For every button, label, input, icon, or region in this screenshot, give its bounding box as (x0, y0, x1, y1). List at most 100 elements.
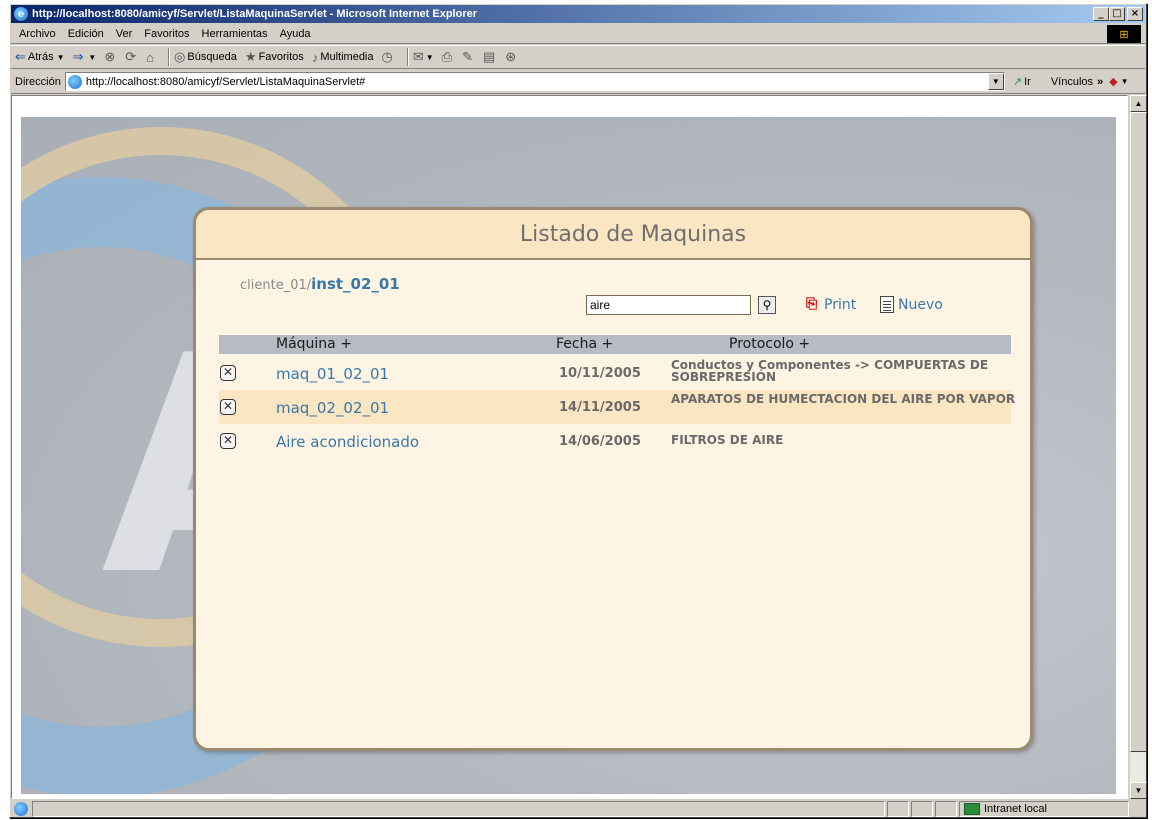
menu-archivo[interactable]: Archivo (19, 28, 56, 40)
new-label: Nuevo (898, 296, 943, 313)
menu-herramientas[interactable]: Herramientas (202, 28, 268, 40)
breadcrumb-installation[interactable]: inst_02_01 (311, 275, 400, 293)
mail-icon: ✉ (412, 49, 424, 64)
toolbar-separator (168, 48, 171, 66)
menu-ver[interactable]: Ver (116, 28, 133, 40)
go-button[interactable]: ↗ Ir (1012, 75, 1031, 89)
history-icon: ◷ (381, 49, 393, 64)
machine-protocol: Conductos y Componentes -> COMPUERTAS DE… (671, 358, 989, 384)
search-button[interactable]: ◎ Búsqueda (174, 49, 237, 65)
address-input[interactable]: http://localhost:8080/amicyf/Servlet/Lis… (64, 72, 1005, 91)
intranet-icon (964, 803, 980, 815)
forward-button[interactable]: ⇒ ▼ (73, 49, 97, 65)
table-row: ✕ Aire acondicionado 14/06/2005 FILTROS … (219, 424, 1011, 458)
menu-edicion[interactable]: Edición (68, 28, 104, 40)
toolbar-addon-icon[interactable]: ◆ (1109, 75, 1117, 88)
machine-date: 14/06/2005 (559, 434, 641, 449)
menu-ayuda[interactable]: Ayuda (280, 28, 311, 40)
pdf-icon: ⎘ (806, 296, 818, 312)
new-link[interactable]: Nuevo (880, 296, 943, 313)
document-icon (880, 296, 894, 313)
print-label: Print (824, 296, 857, 313)
page-content: A Listado de Maquinas cliente_01/inst_02… (11, 95, 1128, 799)
links-label[interactable]: Vínculos (1051, 76, 1093, 88)
back-label: Atrás (27, 51, 54, 63)
mail-button[interactable]: ✉ ▼ (413, 49, 434, 65)
edit-icon: ✎ (462, 49, 473, 64)
machine-date: 10/11/2005 (559, 366, 641, 381)
page-title: Listado de Maquinas (519, 221, 747, 247)
multimedia-button[interactable]: ♪ Multimedia (312, 50, 374, 65)
page-status-icon (14, 802, 28, 816)
close-button[interactable]: × (1127, 7, 1143, 21)
breadcrumb: cliente_01/inst_02_01 (240, 275, 400, 293)
title-bar[interactable]: e http://localhost:8080/amicyf/Servlet/L… (11, 5, 1145, 23)
print-toolbar-button[interactable]: ⎙ (442, 49, 454, 65)
machine-name-link[interactable]: maq_02_02_01 (276, 399, 389, 417)
background-panel: A Listado de Maquinas cliente_01/inst_02… (21, 117, 1116, 794)
toolbar-separator (406, 48, 409, 66)
table-header: Máquina + Fecha + Protocolo + (219, 335, 1011, 354)
machine-protocol: APARATOS DE HUMECTACION DEL AIRE POR VAP… (671, 392, 1016, 406)
status-bar: Intranet local (11, 800, 1145, 818)
window-title: http://localhost:8080/amicyf/Servlet/Lis… (32, 8, 478, 20)
column-date-header[interactable]: Fecha + (556, 336, 613, 352)
breadcrumb-client[interactable]: cliente_01/ (240, 278, 311, 293)
security-zone[interactable]: Intranet local (959, 801, 1129, 817)
favorites-button[interactable]: ★ Favoritos (245, 49, 304, 65)
toolbar: ⇐ Atrás ▼ ⇒ ▼ ⊗ ⟳ ⌂ ◎ Búsqueda ★ Favorit… (11, 45, 1145, 69)
status-cell (887, 801, 909, 817)
machine-name-link[interactable]: Aire acondicionado (276, 433, 419, 451)
messenger-icon: ⊛ (505, 49, 517, 64)
resize-grip-icon[interactable] (1131, 801, 1145, 817)
browser-window: e http://localhost:8080/amicyf/Servlet/L… (9, 3, 1147, 818)
forward-arrow-icon: ⇒ (72, 49, 84, 64)
history-button[interactable]: ◷ (382, 49, 395, 65)
stop-button[interactable]: ⊗ (104, 49, 117, 65)
print-link[interactable]: ⎘ Print (806, 296, 856, 313)
links-chevron-icon[interactable]: » (1097, 76, 1103, 88)
refresh-button[interactable]: ⟳ (125, 49, 138, 65)
favorites-label: Favoritos (258, 51, 304, 63)
table-row: ✕ maq_01_02_01 10/11/2005 Conductos y Co… (219, 356, 1011, 390)
menu-bar: Archivo Edición Ver Favoritos Herramient… (11, 24, 1145, 44)
addon-dropdown-icon[interactable]: ▼ (1121, 77, 1129, 86)
column-machine-header[interactable]: Máquina + (276, 336, 352, 352)
status-cell (911, 801, 933, 817)
address-dropdown-icon[interactable]: ▼ (987, 73, 1004, 90)
back-button[interactable]: ⇐ Atrás ▼ (15, 49, 65, 65)
discuss-icon: ▤ (482, 49, 496, 64)
search-submit-button[interactable]: ⚲ (758, 296, 776, 314)
column-protocol-header[interactable]: Protocolo + (729, 336, 810, 352)
machine-name-link[interactable]: maq_01_02_01 (276, 365, 389, 383)
menu-favoritos[interactable]: Favoritos (144, 28, 189, 40)
scroll-up-icon[interactable]: ▲ (1130, 95, 1147, 112)
edit-button[interactable]: ✎ (462, 49, 475, 65)
vertical-scrollbar[interactable]: ▲ ▼ (1129, 95, 1147, 799)
minimize-button[interactable]: _ (1093, 7, 1109, 21)
delete-icon[interactable]: ✕ (220, 433, 236, 449)
search-icon: ◎ (174, 49, 186, 64)
mail-dropdown-icon: ▼ (425, 52, 434, 62)
status-cell (935, 801, 957, 817)
maximize-button[interactable]: □ (1109, 7, 1125, 21)
multimedia-icon: ♪ (311, 49, 319, 65)
delete-icon[interactable]: ✕ (220, 365, 236, 381)
back-dropdown-icon: ▼ (56, 52, 65, 62)
address-bar: Dirección http://localhost:8080/amicyf/S… (11, 70, 1145, 94)
scroll-down-icon[interactable]: ▼ (1130, 782, 1147, 799)
delete-icon[interactable]: ✕ (220, 399, 236, 415)
scroll-thumb[interactable] (1130, 112, 1147, 752)
back-arrow-icon: ⇐ (15, 49, 26, 64)
discuss-button[interactable]: ▤ (483, 49, 497, 65)
magnifier-icon: ⚲ (762, 298, 772, 312)
home-button[interactable]: ⌂ (146, 50, 156, 65)
search-input[interactable] (586, 295, 751, 315)
multimedia-label: Multimedia (320, 51, 374, 63)
refresh-icon: ⟳ (125, 49, 137, 64)
forward-dropdown-icon: ▼ (88, 52, 97, 62)
zone-label: Intranet local (984, 803, 1047, 815)
messenger-button[interactable]: ⊛ (505, 49, 518, 65)
go-arrow-icon: ↗ (1012, 76, 1023, 88)
go-label: Ir (1024, 75, 1031, 88)
